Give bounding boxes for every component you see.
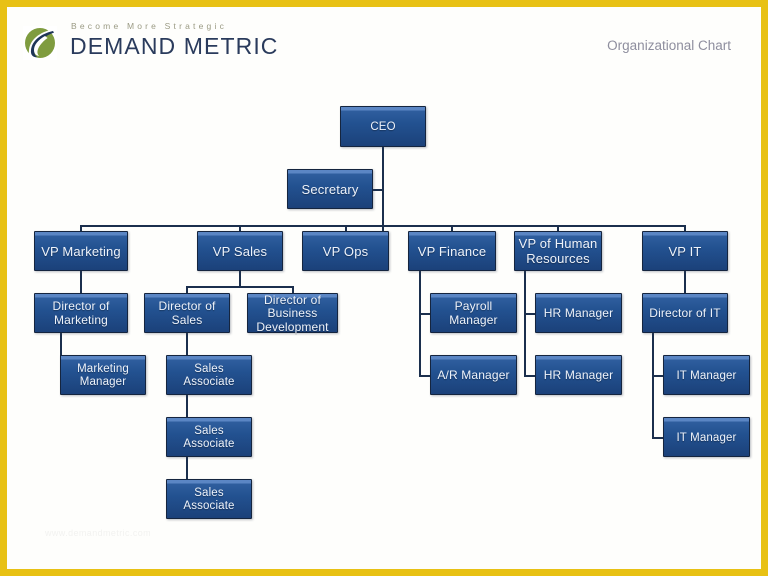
org-node-dir-mkt[interactable]: Director of Marketing	[34, 293, 128, 333]
org-node-vp-hr[interactable]: VP of Human Resources	[514, 231, 602, 271]
org-chart-page: Become More Strategic DEMAND METRIC Orga…	[0, 0, 768, 576]
footer-watermark: www.demandmetric.com	[45, 528, 152, 538]
org-node-sales-as-1[interactable]: Sales Associate	[166, 355, 252, 395]
connector-vp-hr-down	[524, 271, 526, 377]
org-node-mkt-mgr[interactable]: Marketing Manager	[60, 355, 146, 395]
org-node-it-mgr-1[interactable]: IT Manager	[663, 355, 750, 395]
connector-vp-fin-down	[419, 271, 421, 377]
connector-mkt-vert	[80, 271, 82, 294]
org-node-hr-mgr-2[interactable]: HR Manager	[535, 355, 622, 395]
org-node-secretary[interactable]: Secretary	[287, 169, 373, 209]
org-node-ceo[interactable]: CEO	[340, 106, 426, 147]
org-node-sales-as-3[interactable]: Sales Associate	[166, 479, 252, 519]
org-node-vp-it[interactable]: VP IT	[642, 231, 728, 271]
org-node-vp-ops[interactable]: VP Ops	[302, 231, 389, 271]
org-node-vp-mkt[interactable]: VP Marketing	[34, 231, 128, 271]
connector-dir-it-down	[652, 333, 654, 439]
connector-vp-bus	[80, 225, 685, 227]
chart-canvas: Become More Strategic DEMAND METRIC Orga…	[7, 7, 761, 569]
org-node-vp-fin[interactable]: VP Finance	[408, 231, 496, 271]
org-chart: CEO Secretary VP Marketing VP Sales VP Ops VP…	[7, 7, 761, 569]
org-node-sales-as-2[interactable]: Sales Associate	[166, 417, 252, 457]
org-node-ar-mgr[interactable]: A/R Manager	[430, 355, 517, 395]
org-node-dir-it[interactable]: Director of IT	[642, 293, 728, 333]
org-node-dir-sales[interactable]: Director of Sales	[144, 293, 230, 333]
org-node-it-mgr-2[interactable]: IT Manager	[663, 417, 750, 457]
org-node-dir-bizdev[interactable]: Director of Business Development	[247, 293, 338, 334]
connector-vp-it-stem2	[684, 271, 686, 294]
connector-sales-vert	[239, 271, 241, 287]
connector-sales-sub-bus	[186, 286, 293, 288]
org-node-vp-sales[interactable]: VP Sales	[197, 231, 283, 271]
org-node-hr-mgr-1[interactable]: HR Manager	[535, 293, 622, 333]
org-node-payroll[interactable]: Payroll Manager	[430, 293, 517, 333]
connector-secretary-tap	[373, 189, 383, 191]
